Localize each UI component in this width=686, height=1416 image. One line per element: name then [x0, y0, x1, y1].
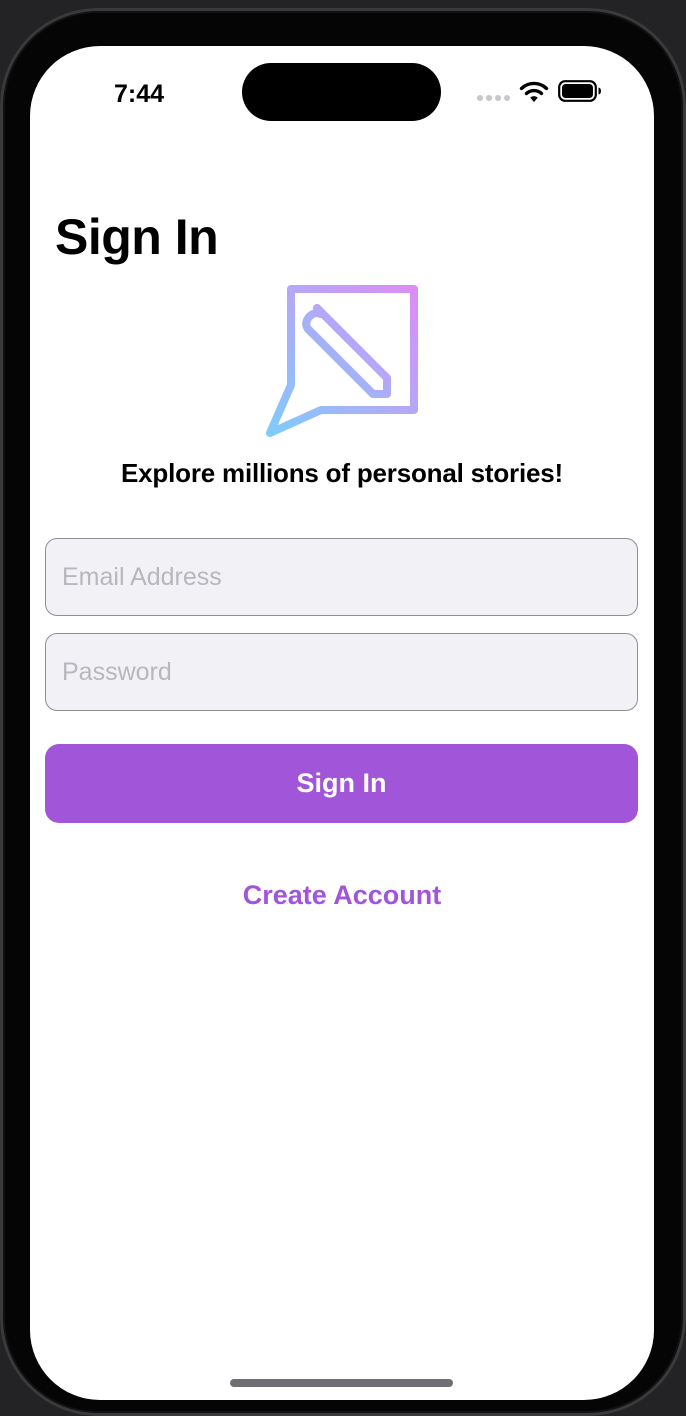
dynamic-island — [242, 63, 441, 121]
wifi-icon — [519, 81, 549, 102]
status-time: 7:44 — [114, 80, 165, 108]
battery-icon — [558, 80, 601, 102]
app-screen: 7:44 Sign In Explore millions of persona… — [30, 46, 654, 1400]
password-field[interactable] — [45, 633, 638, 711]
sign-in-button[interactable]: Sign In — [45, 744, 638, 823]
chat-bubble-pencil-icon — [266, 285, 418, 437]
page-title: Sign In — [55, 209, 219, 265]
email-field[interactable] — [45, 538, 638, 616]
cellular-signal-icon — [477, 95, 511, 103]
phone-frame: 7:44 Sign In Explore millions of persona… — [0, 8, 686, 1416]
tagline: Explore millions of personal stories! — [121, 458, 563, 488]
home-indicator[interactable] — [230, 1379, 453, 1387]
create-account-link[interactable]: Create Account — [30, 880, 654, 911]
